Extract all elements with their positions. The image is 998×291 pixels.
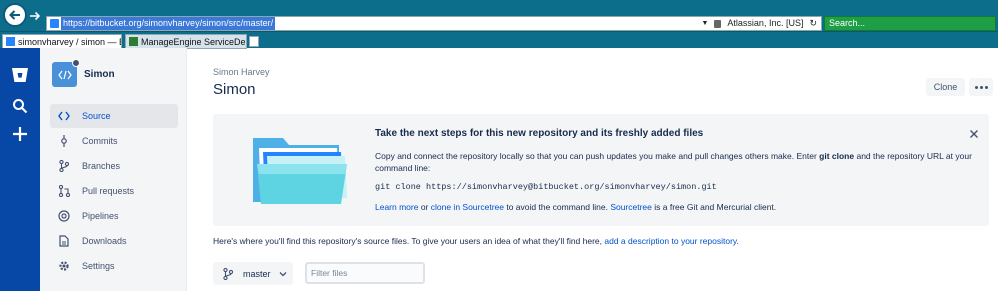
url-text[interactable]: https://bitbucket.org/simonvharvey/simon… (61, 17, 276, 30)
code-avatar-icon (57, 70, 72, 79)
sidebar-item-pull-requests[interactable]: Pull requests (50, 179, 178, 203)
lock-icon[interactable] (714, 19, 722, 28)
clone-in-sourcetree-link[interactable]: clone in Sourcetree (431, 202, 504, 212)
address-bar[interactable]: https://bitbucket.org/simonvharvey/simon… (46, 16, 822, 31)
more-actions-button[interactable] (969, 78, 993, 96)
info-end: . (736, 236, 739, 246)
private-lock-icon (72, 59, 80, 67)
sidebar-item-label: Source (82, 111, 111, 121)
git-clone-command[interactable]: git clone https://simonvharvey@bitbucket… (375, 182, 717, 192)
bitbucket-logo-icon[interactable] (9, 64, 31, 86)
commits-icon (58, 135, 70, 147)
banner-text-part: Copy and connect the repository locally … (375, 151, 820, 161)
forward-button[interactable] (29, 9, 43, 23)
browser-toolbar: https://bitbucket.org/simonvharvey/simon… (0, 0, 998, 31)
sidebar-item-branches[interactable]: Branches (50, 154, 178, 178)
main-content: Simon Harvey Simon Clone Take the next s… (187, 48, 998, 291)
next-steps-banner: Take the next steps for this new reposit… (213, 114, 989, 226)
repo-name[interactable]: Simon (84, 69, 115, 80)
more-dot-icon (974, 85, 978, 89)
arrow-right-icon (30, 11, 41, 21)
more-dot-icon (984, 85, 988, 89)
tab-manageengine[interactable]: ManageEngine ServiceDesk Pl... (125, 34, 247, 49)
source-info-text: Here's where you'll find this repository… (213, 236, 739, 246)
repository-sidebar: Simon Source Commits Branches Pull reque… (40, 48, 187, 291)
back-button[interactable] (3, 3, 27, 27)
sidebar-item-commits[interactable]: Commits (50, 129, 178, 153)
git-clone-bold: git clone (819, 151, 855, 161)
banner-text-part: is a free Git and Mercurial client. (651, 202, 777, 212)
info-text: Here's where you'll find this repository… (213, 236, 605, 246)
manageengine-favicon-icon (129, 37, 138, 46)
branches-icon (58, 160, 70, 172)
sidebar-item-label: Branches (82, 161, 121, 171)
repo-owner[interactable]: Simon Harvey (213, 67, 270, 77)
refresh-icon[interactable]: ↻ (809, 17, 817, 30)
repo-header[interactable]: Simon (52, 59, 115, 87)
browser-search-box[interactable]: Search... (824, 16, 996, 31)
sidebar-item-label: Pipelines (82, 211, 119, 221)
search-icon[interactable] (9, 95, 31, 117)
sidebar-item-label: Settings (82, 261, 115, 271)
sidebar-item-label: Commits (82, 136, 118, 146)
sidebar-item-source[interactable]: Source (50, 104, 178, 128)
banner-text-part: or (418, 202, 431, 212)
downloads-icon (58, 235, 70, 247)
filter-files-input[interactable] (305, 262, 425, 284)
tab-bitbucket[interactable]: simonvharvey / simon — Bi... (2, 34, 122, 49)
sidebar-item-settings[interactable]: Settings (50, 254, 178, 278)
branch-selector[interactable]: master (213, 262, 293, 285)
search-placeholder: Search... (829, 18, 866, 28)
tab-label: ManageEngine ServiceDesk Pl... (141, 37, 246, 47)
source-icon (58, 110, 70, 122)
branch-icon (223, 267, 233, 280)
sourcetree-link[interactable]: Sourcetree (610, 202, 652, 212)
sidebar-item-downloads[interactable]: Downloads (50, 229, 178, 253)
chevron-down-icon (279, 271, 287, 277)
sidebar-item-label: Downloads (82, 236, 127, 246)
page-title: Simon (213, 81, 256, 98)
tab-label: simonvharvey / simon — Bi... (18, 37, 121, 47)
branch-name: master (243, 268, 271, 279)
bitbucket-favicon-icon (6, 37, 15, 46)
arrow-left-icon (9, 10, 20, 20)
repo-avatar[interactable] (52, 59, 80, 87)
site-identity[interactable]: Atlassian, Inc. [US] (727, 17, 803, 30)
pull-requests-icon (58, 185, 70, 197)
clone-button[interactable]: Clone (926, 78, 965, 96)
new-tab-button[interactable] (249, 36, 259, 47)
dropdown-arrow-icon[interactable]: ▼ (701, 17, 708, 30)
banner-links: Learn more or clone in Sourcetree to avo… (375, 202, 776, 212)
banner-text-part: to avoid the command line. (504, 202, 611, 212)
bitbucket-favicon-icon (50, 19, 59, 28)
create-icon[interactable] (9, 123, 31, 145)
close-icon[interactable] (969, 126, 979, 138)
folder-illustration-icon (253, 138, 347, 204)
sidebar-item-pipelines[interactable]: Pipelines (50, 204, 178, 228)
pipelines-icon (58, 210, 70, 222)
learn-more-link[interactable]: Learn more (375, 202, 418, 212)
add-description-link[interactable]: add a description to your repository (604, 236, 736, 246)
banner-title: Take the next steps for this new reposit… (375, 128, 704, 139)
global-sidebar (0, 48, 40, 291)
sidebar-item-label: Pull requests (82, 186, 135, 196)
more-dot-icon (979, 85, 983, 89)
settings-icon (58, 260, 70, 272)
browser-tab-strip: simonvharvey / simon — Bi... ManageEngin… (0, 31, 998, 49)
banner-description: Copy and connect the repository locally … (375, 150, 975, 174)
